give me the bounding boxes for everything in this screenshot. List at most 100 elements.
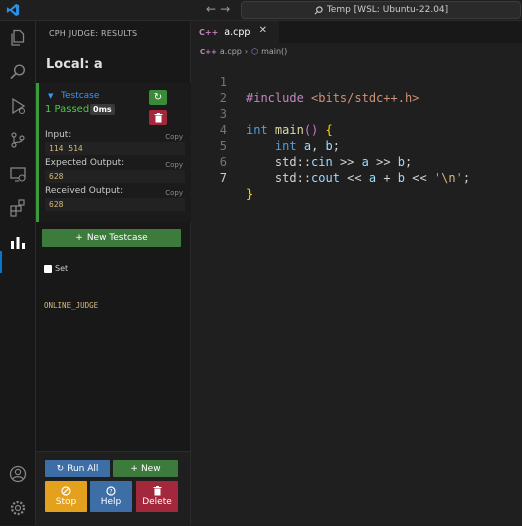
rerun-icon: ↻: [153, 92, 163, 103]
code-line-6: 6 std::cout << a + b << '\n';: [191, 138, 470, 185]
new-testcase-button[interactable]: + New Testcase: [42, 229, 181, 247]
cph-sidebar: CPH JUDGE: RESULTS Local: a ▼ Testcase 1…: [36, 21, 191, 526]
token-punct: ;: [462, 171, 471, 185]
input-value[interactable]: 114 514: [45, 142, 185, 155]
input-label: Input:: [45, 130, 72, 140]
search-icon[interactable]: [8, 62, 27, 81]
rerun-icon: ↻: [56, 463, 65, 474]
stop-icon: [61, 486, 71, 496]
testcase-label[interactable]: Testcase: [61, 91, 99, 101]
delete-all-button[interactable]: Delete: [136, 481, 178, 512]
sidebar-title: Local: a: [46, 57, 103, 72]
trash-icon: [154, 112, 162, 122]
token-var: a: [303, 139, 312, 153]
token-include: #include: [246, 91, 304, 105]
collapse-chevron-icon[interactable]: ▼: [48, 92, 53, 100]
account-icon[interactable]: [8, 464, 27, 483]
activity-bar: [0, 21, 36, 525]
code-line-3: 3 int main() {: [191, 90, 333, 137]
tab-a-cpp[interactable]: C++ a.cpp ✕: [191, 21, 279, 43]
stop-label: Stop: [55, 497, 77, 507]
cpp-file-icon: C++: [200, 47, 217, 56]
token-string: ': [455, 171, 463, 185]
token-var: b: [325, 139, 333, 153]
breadcrumb-symbol[interactable]: main(): [261, 47, 287, 56]
testcase-time-badge: 0ms: [90, 104, 115, 115]
cph-action-panel: ↻ Run All + New Stop ? Help Delete: [36, 451, 190, 526]
command-center[interactable]: Temp [WSL: Ubuntu-22.04]: [241, 1, 521, 19]
close-icon[interactable]: ✕: [259, 25, 267, 36]
token-operator: <<: [405, 171, 434, 185]
trash-icon: [153, 486, 161, 496]
run-debug-icon[interactable]: [8, 96, 27, 115]
code-line-7: 7 }: [191, 154, 253, 201]
received-output-label: Received Output:: [45, 186, 124, 196]
expected-output-value[interactable]: 628: [45, 170, 185, 183]
token-var: b: [397, 155, 406, 169]
back-arrow-icon[interactable]: ←: [206, 2, 220, 16]
token-keyword: int: [246, 123, 268, 137]
stop-button[interactable]: Stop: [45, 481, 87, 512]
settings-gear-icon[interactable]: [8, 498, 27, 517]
received-output-value: 628: [45, 198, 185, 211]
token-punct: ::: [296, 155, 312, 169]
extensions-icon[interactable]: [8, 198, 27, 217]
chevron-right-icon: ›: [244, 47, 249, 56]
breadcrumb: C++ a.cpp › ⬡ main(): [200, 47, 287, 56]
token-operator: +: [376, 171, 398, 185]
sidebar-header: CPH JUDGE: RESULTS: [49, 29, 138, 38]
token-brace: }: [246, 187, 254, 201]
token-punct: ::: [296, 171, 312, 185]
token-var: b: [397, 171, 406, 185]
vscode-logo-icon: [6, 3, 20, 17]
token-escape: \n: [441, 171, 456, 185]
tab-label: a.cpp: [224, 26, 251, 38]
testcase-status: 1 Passed: [45, 104, 90, 115]
title-bar: ←→ Temp [WSL: Ubuntu-22.04]: [0, 0, 522, 21]
run-all-button[interactable]: ↻ Run All: [45, 460, 110, 477]
delete-testcase-button[interactable]: [149, 110, 167, 125]
token-keyword: int: [274, 139, 297, 153]
token-namespace: std: [274, 171, 297, 185]
plus-icon: +: [75, 233, 83, 243]
code-line-1: 1 #include <bits/stdc++.h>: [191, 58, 420, 105]
new-button[interactable]: + New: [113, 460, 178, 477]
token-var: a: [368, 171, 377, 185]
forward-arrow-icon[interactable]: →: [220, 2, 234, 16]
token-var: cout: [311, 171, 340, 185]
svg-text:?: ?: [109, 488, 112, 495]
token-var: a: [361, 155, 369, 169]
help-button[interactable]: ? Help: [90, 481, 132, 512]
code-line-2: 2: [191, 74, 234, 105]
online-judge-toggle[interactable]: Set ONLINE_JUDGE: [44, 264, 98, 310]
delete-label: Delete: [142, 497, 172, 507]
help-icon: ?: [106, 486, 116, 496]
online-judge-code: ONLINE_JUDGE: [44, 301, 99, 310]
token-brace: {: [325, 123, 333, 137]
online-judge-checkbox[interactable]: [44, 264, 52, 273]
copy-expected-button[interactable]: Copy: [165, 161, 183, 169]
remote-explorer-icon[interactable]: [8, 164, 27, 183]
help-label: Help: [100, 497, 122, 507]
copy-received-button[interactable]: Copy: [165, 189, 183, 197]
token-operator: <<: [339, 171, 369, 185]
source-control-icon[interactable]: [8, 130, 27, 149]
testcase-card: ▼ Testcase 1 Passed 0ms ↻ Input: Copy 11…: [36, 83, 191, 222]
explorer-icon[interactable]: [8, 28, 27, 47]
set-label: Set: [55, 264, 69, 273]
cph-judge-icon[interactable]: [8, 232, 27, 251]
token-parens: (): [303, 123, 319, 137]
nav-arrows: ←→: [206, 2, 234, 16]
token-function: main: [274, 123, 304, 137]
code-line-5: 5 std::cin >> a >> b;: [191, 122, 412, 169]
rerun-testcase-button[interactable]: ↻: [149, 90, 167, 105]
editor-tabs: C++ a.cpp ✕: [191, 21, 522, 43]
code-line-4: 4 int a, b;: [191, 106, 340, 153]
command-center-label: Temp [WSL: Ubuntu-22.04]: [326, 5, 449, 15]
copy-input-button[interactable]: Copy: [165, 133, 183, 141]
run-all-label: Run All: [67, 463, 99, 474]
breadcrumb-file[interactable]: a.cpp: [220, 47, 242, 56]
cpp-file-icon: C++: [199, 27, 219, 37]
token-punct: ,: [311, 139, 326, 153]
search-icon: [314, 5, 323, 14]
